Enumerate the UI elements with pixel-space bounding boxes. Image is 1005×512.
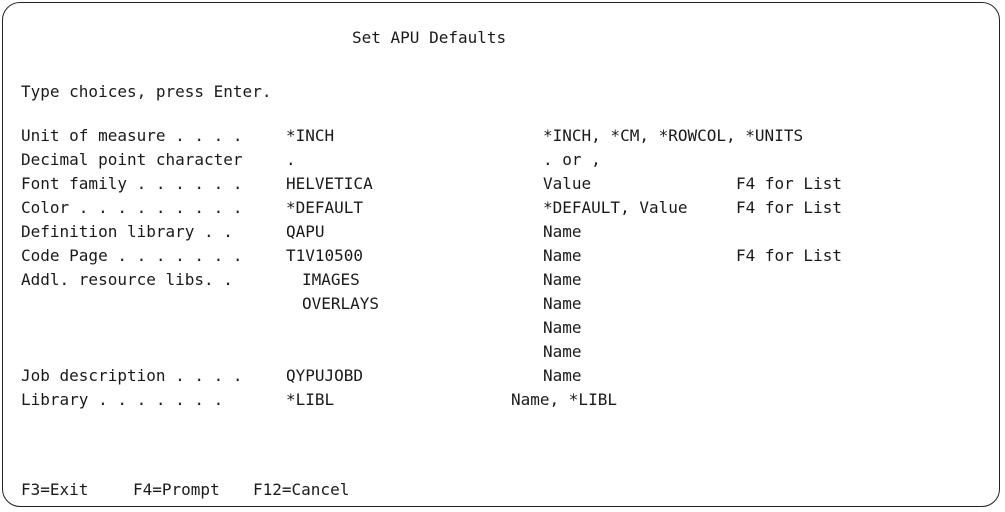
font-family-f4-hint: F4 for List — [736, 174, 842, 193]
resource-lib-choices-2: Name — [543, 294, 582, 313]
definition-library-choices: Name — [543, 222, 582, 241]
decimal-point-input[interactable]: . — [286, 148, 296, 172]
instruction-text: Type choices, press Enter. — [21, 82, 272, 101]
color-choices: *DEFAULT, Value — [543, 198, 688, 217]
job-description-input[interactable]: QYPUJOBD — [286, 364, 363, 388]
screen-title: Set APU Defaults — [352, 28, 507, 47]
definition-library-input[interactable]: QAPU — [286, 220, 325, 244]
job-description-label: Job description . . . . — [21, 366, 243, 385]
decimal-point-choices: . or , — [543, 150, 601, 169]
color-input[interactable]: *DEFAULT — [286, 196, 363, 220]
resource-lib-choices-4: Name — [543, 342, 582, 361]
f12-cancel-key[interactable]: F12=Cancel — [253, 478, 349, 502]
unit-of-measure-choices: *INCH, *CM, *ROWCOL, *UNITS — [543, 126, 804, 145]
color-f4-hint: F4 for List — [736, 198, 842, 217]
code-page-label: Code Page . . . . . . . — [21, 246, 243, 265]
unit-of-measure-input[interactable]: *INCH — [286, 124, 334, 148]
f4-prompt-key[interactable]: F4=Prompt — [133, 478, 220, 502]
resource-lib-input-1[interactable]: IMAGES — [302, 268, 360, 292]
definition-library-label: Definition library . . — [21, 222, 233, 241]
resource-lib-input-2[interactable]: OVERLAYS — [302, 292, 379, 316]
code-page-choices: Name — [543, 246, 582, 265]
f3-exit-key[interactable]: F3=Exit — [21, 478, 88, 502]
resource-libs-label: Addl. resource libs. . — [21, 270, 233, 289]
decimal-point-label: Decimal point character — [21, 150, 243, 169]
job-description-choices: Name — [543, 366, 582, 385]
library-choices: Name, *LIBL — [511, 390, 617, 409]
unit-of-measure-label: Unit of measure . . . . — [21, 126, 243, 145]
color-label: Color . . . . . . . . . — [21, 198, 243, 217]
font-family-choices: Value — [543, 174, 592, 193]
resource-lib-choices-3: Name — [543, 318, 582, 337]
resource-lib-choices-1: Name — [543, 270, 582, 289]
terminal-screen: Set APU Defaults Type choices, press Ent… — [2, 2, 1000, 507]
code-page-input[interactable]: T1V10500 — [286, 244, 363, 268]
font-family-input[interactable]: HELVETICA — [286, 172, 373, 196]
library-input[interactable]: *LIBL — [286, 388, 334, 412]
library-label: Library . . . . . . . — [21, 390, 224, 409]
code-page-f4-hint: F4 for List — [736, 246, 842, 265]
font-family-label: Font family . . . . . . — [21, 174, 243, 193]
